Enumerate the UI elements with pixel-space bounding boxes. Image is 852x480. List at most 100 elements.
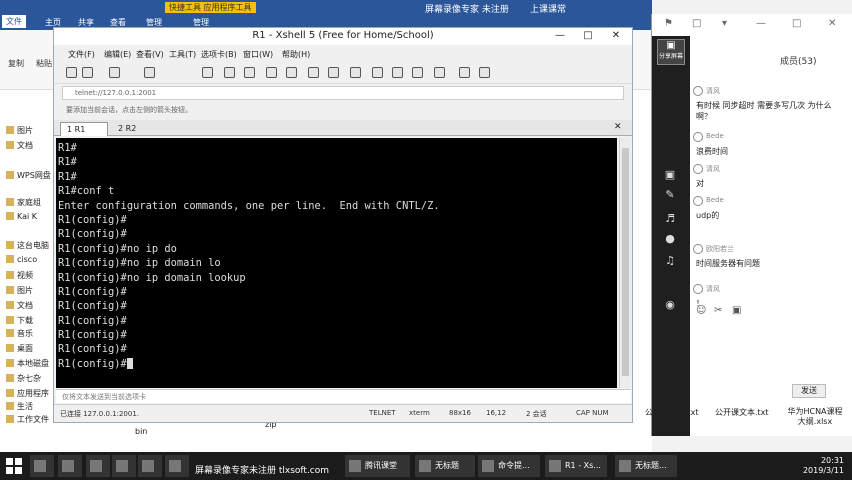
- nav-item[interactable]: 应用程序: [6, 388, 49, 399]
- window-icon[interactable]: □: [692, 18, 701, 29]
- flag-icon[interactable]: ⚑: [664, 18, 673, 29]
- menu-help[interactable]: 帮助(H): [282, 49, 310, 60]
- desktop-file-xlsx[interactable]: 华为HCNA课程大纲.xlsx: [785, 407, 845, 427]
- video-icon[interactable]: ▣: [662, 168, 678, 182]
- nav-item[interactable]: Kai K: [6, 212, 37, 221]
- user-avatar-icon[interactable]: [693, 86, 703, 96]
- taskbar-app-button[interactable]: [86, 455, 110, 477]
- folder-icon: [6, 344, 14, 352]
- nav-item[interactable]: 桌面: [6, 343, 33, 354]
- print-icon[interactable]: [224, 67, 235, 78]
- taskbar-app-button[interactable]: 腾讯课堂: [345, 455, 410, 477]
- menu-edit[interactable]: 编辑(E): [104, 49, 131, 60]
- layout-icon[interactable]: [434, 67, 445, 78]
- keyboard-icon[interactable]: [372, 67, 383, 78]
- nav-item[interactable]: 视频: [6, 270, 33, 281]
- copy-button[interactable]: 复制: [8, 58, 24, 69]
- nav-item[interactable]: 这台电脑: [6, 240, 49, 251]
- font-icon[interactable]: [266, 67, 277, 78]
- terminal-scrollbar[interactable]: [619, 138, 631, 388]
- maximize-icon[interactable]: □: [792, 18, 801, 29]
- mic-icon[interactable]: ●: [662, 232, 678, 246]
- taskbar-app-button[interactable]: [138, 455, 162, 477]
- address-bar[interactable]: telnet://127.0.0.1:2001: [62, 86, 624, 100]
- transfer-icon[interactable]: [308, 67, 319, 78]
- emoji-icon[interactable]: ☺: [696, 305, 706, 316]
- volume-icon[interactable]: ♬: [662, 212, 678, 226]
- taskbar-app-button[interactable]: 无标题: [415, 455, 475, 477]
- menu-view[interactable]: 查看(V): [136, 49, 164, 60]
- connect-icon[interactable]: [109, 67, 120, 78]
- send-button[interactable]: 发送: [792, 384, 826, 398]
- bg-file-bin[interactable]: bin: [135, 427, 147, 436]
- screenshot-icon[interactable]: [392, 67, 403, 78]
- nav-item[interactable]: 工作文件: [6, 414, 49, 425]
- image-icon[interactable]: ▣: [732, 305, 741, 316]
- camera-icon[interactable]: ◉: [662, 298, 678, 312]
- minimize-icon[interactable]: —: [756, 18, 766, 29]
- nav-item[interactable]: WPS网盘: [6, 170, 51, 181]
- menu-tools[interactable]: 工具(T): [169, 49, 196, 60]
- desktop-file-text[interactable]: 公开课文本.txt: [715, 407, 769, 418]
- nav-item[interactable]: 下载: [6, 315, 33, 326]
- tab-r2[interactable]: 2 R2: [112, 122, 152, 136]
- terminal-screen[interactable]: R1# R1# R1# R1#conf t Enter configuration co…: [56, 138, 617, 388]
- maximize-icon[interactable]: □: [574, 29, 602, 43]
- properties-icon[interactable]: [144, 67, 155, 78]
- user-avatar-icon[interactable]: [693, 284, 703, 294]
- settings-icon[interactable]: [479, 67, 490, 78]
- taskbar-app-button[interactable]: [112, 455, 136, 477]
- close-icon[interactable]: ✕: [828, 18, 836, 29]
- nav-item[interactable]: 生活: [6, 401, 33, 412]
- menu-window[interactable]: 窗口(W): [243, 49, 273, 60]
- system-clock[interactable]: 20:31 2019/3/11: [803, 456, 844, 476]
- nav-item[interactable]: 杂七杂: [6, 373, 41, 384]
- nav-item[interactable]: 文档: [6, 140, 33, 151]
- music-icon[interactable]: ♫: [662, 254, 678, 268]
- scissors-icon[interactable]: ✂: [714, 305, 722, 316]
- members-count[interactable]: 成员(53): [780, 54, 816, 67]
- open-folder-icon[interactable]: [82, 67, 93, 78]
- nav-item[interactable]: 图片: [6, 125, 33, 136]
- dropdown-icon[interactable]: ▾: [722, 18, 727, 29]
- share-screen-button[interactable]: ▣ 分享屏幕: [657, 39, 685, 65]
- search-icon[interactable]: [202, 67, 213, 78]
- script-icon[interactable]: [328, 67, 339, 78]
- help-icon[interactable]: [459, 67, 470, 78]
- user-avatar-icon[interactable]: [693, 164, 703, 174]
- compose-input[interactable]: 仅将文本发送到当前选项卡: [56, 389, 631, 403]
- user-avatar-icon[interactable]: [693, 244, 703, 254]
- taskbar-app-button[interactable]: [58, 455, 82, 477]
- user-avatar-icon[interactable]: [693, 132, 703, 142]
- ribbon-tab-file[interactable]: 文件: [2, 15, 26, 28]
- menu-tabs[interactable]: 选项卡(B): [201, 49, 237, 60]
- tab-close-icon[interactable]: ✕: [614, 122, 622, 132]
- new-session-icon[interactable]: [66, 67, 77, 78]
- nav-item[interactable]: 音乐: [6, 328, 33, 339]
- color-scheme-icon[interactable]: [244, 67, 255, 78]
- scrollbar-thumb[interactable]: [622, 148, 629, 376]
- taskbar-app-button[interactable]: R1 - Xs...: [545, 455, 607, 477]
- desktop-file-outline[interactable]: 公开课提纲.txt: [645, 407, 699, 418]
- menu-file[interactable]: 文件(F): [68, 49, 95, 60]
- taskbar-app-button[interactable]: [165, 455, 189, 477]
- taskbar-app-button[interactable]: [30, 455, 54, 477]
- paste-button[interactable]: 粘贴: [36, 58, 52, 69]
- nav-item[interactable]: cisco: [6, 255, 37, 264]
- lock-icon[interactable]: [350, 67, 361, 78]
- xftp-icon[interactable]: [286, 67, 297, 78]
- minimize-icon[interactable]: —: [546, 29, 574, 43]
- message-sender: Bede: [706, 196, 724, 204]
- nav-item[interactable]: 文档: [6, 300, 33, 311]
- nav-item[interactable]: 本地磁盘: [6, 358, 49, 369]
- taskbar-app-button[interactable]: 无标题...: [615, 455, 677, 477]
- nav-item[interactable]: 家庭组: [6, 197, 41, 208]
- close-icon[interactable]: ✕: [602, 29, 630, 43]
- tab-r1[interactable]: 1 R1: [60, 122, 108, 136]
- whiteboard-icon[interactable]: ✎: [662, 188, 678, 202]
- nav-item[interactable]: 图片: [6, 285, 33, 296]
- compose-icon[interactable]: [412, 67, 423, 78]
- user-avatar-icon[interactable]: [693, 196, 703, 206]
- start-button[interactable]: [4, 456, 24, 476]
- taskbar-app-button[interactable]: 命令提...: [478, 455, 540, 477]
